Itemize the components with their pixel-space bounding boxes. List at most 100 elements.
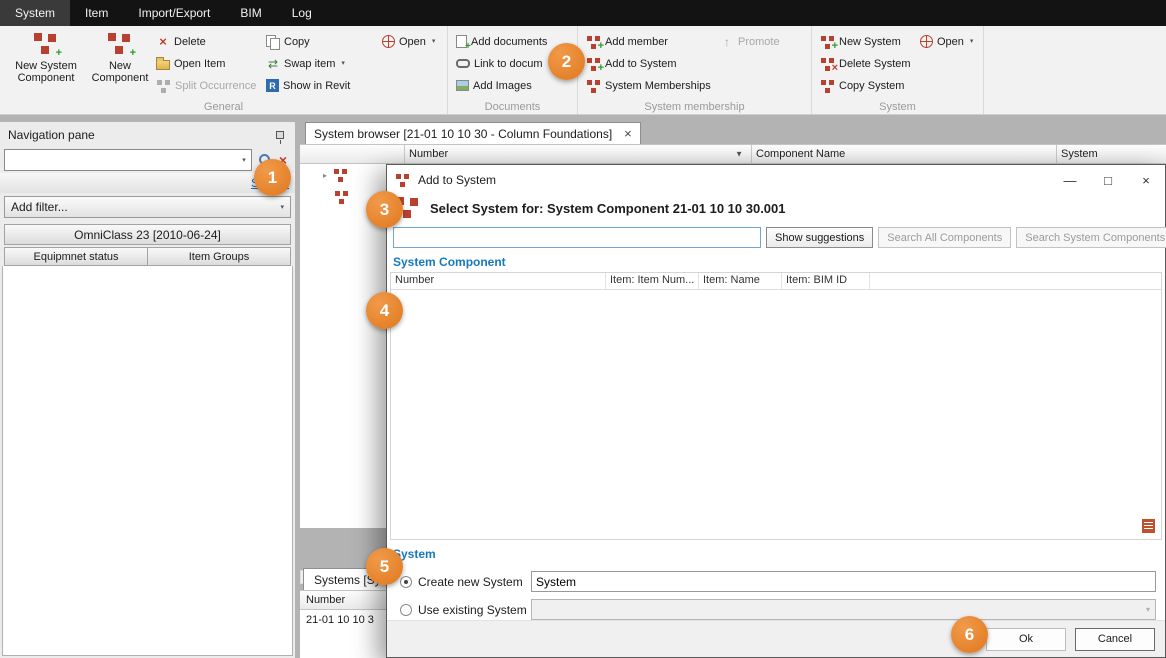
annotation-badge-2: 2 [548, 43, 585, 80]
annotation-badge-6: 6 [951, 616, 988, 653]
show-suggestions-button[interactable]: Show suggestions [766, 227, 873, 248]
close-tab-icon[interactable]: × [624, 127, 632, 140]
existing-system-dropdown[interactable]: ▾ [531, 599, 1156, 620]
use-existing-system-radio[interactable] [400, 604, 412, 616]
menu-tab-log[interactable]: Log [277, 0, 327, 26]
open-system-dropdown-button[interactable]: Open ▾ [916, 32, 974, 51]
add-member-button[interactable]: Add member [582, 32, 716, 51]
open-web-icon [382, 35, 395, 48]
component-name-column-label: Component Name [756, 148, 845, 160]
open-label: Open [399, 36, 426, 48]
ribbon-column: New System Delete System Copy System [816, 29, 916, 95]
new-component-button[interactable]: New Component [88, 29, 152, 88]
systems-number-column-label: Number [306, 594, 345, 606]
tab-equipment-status[interactable]: Equipmnet status [4, 247, 148, 266]
new-system-button[interactable]: New System [816, 32, 916, 51]
group-label-documents: Documents [448, 101, 577, 114]
component-results-body [391, 290, 1161, 539]
browser-column-headers: Number ▼ Component Name System [300, 144, 1166, 164]
new-system-component-button[interactable]: New System Component [4, 29, 88, 88]
nav-search-combo[interactable]: ▾ [4, 149, 252, 171]
system-browser-tab-label: System browser [21-01 10 10 30 - Column … [314, 127, 612, 141]
copy-button[interactable]: Copy [262, 32, 378, 51]
copy-system-button[interactable]: Copy System [816, 76, 916, 95]
open-system-label: Open [937, 36, 964, 48]
result-item-number-column-header[interactable]: Item: Item Num... [606, 273, 699, 289]
dialog-header-text: Select System for: System Component 21-0… [430, 201, 786, 216]
document-tabstrip: System browser [21-01 10 10 30 - Column … [300, 122, 1166, 144]
open-dropdown-button[interactable]: Open ▾ [378, 32, 434, 51]
delete-icon: × [156, 35, 170, 48]
item-list-icon[interactable] [1142, 519, 1155, 533]
menu-tab-bim[interactable]: BIM [225, 0, 276, 26]
promote-button[interactable]: ↑ Promote [716, 32, 804, 51]
add-images-button[interactable]: Add Images [452, 76, 573, 95]
search-system-components-button[interactable]: Search System Components [1016, 227, 1166, 248]
annotation-badge-1: 1 [254, 159, 291, 196]
menu-tab-system[interactable]: System [0, 0, 70, 26]
create-new-system-row: Create new System [387, 571, 1165, 592]
classification-header[interactable]: OmniClass 23 [2010-06-24] [4, 224, 291, 245]
tree-expander-icon[interactable]: ▸ [320, 171, 330, 180]
system-column-header[interactable]: System [1057, 145, 1166, 163]
new-system-icon [820, 35, 835, 49]
add-images-label: Add Images [473, 80, 532, 92]
copy-system-label: Copy System [839, 80, 904, 92]
ribbon-column: Add member Add to System System Membersh… [582, 29, 716, 95]
number-column-label: Number [409, 148, 448, 160]
cancel-button[interactable]: Cancel [1075, 628, 1155, 651]
system-column-label: System [1061, 148, 1098, 160]
chevron-down-icon: ▾ [280, 204, 284, 211]
nav-search-input[interactable] [5, 150, 235, 170]
new-system-component-label: New System Component [6, 60, 86, 84]
add-to-system-dialog: Add to System — □ × Select System for: S… [386, 164, 1166, 658]
image-icon [456, 80, 469, 91]
nav-search-row: ▾ × [0, 148, 295, 173]
result-number-column-header[interactable]: Number [391, 273, 606, 289]
add-filter-dropdown[interactable]: Add filter... ▾ [4, 196, 291, 218]
add-to-system-button[interactable]: Add to System [582, 54, 716, 73]
tree-column-header[interactable] [300, 145, 405, 163]
dialog-titlebar[interactable]: Add to System — □ × [387, 165, 1165, 195]
create-new-system-radio[interactable] [400, 576, 412, 588]
chevron-down-icon[interactable]: ▾ [237, 157, 251, 164]
open-item-button[interactable]: Open Item [152, 54, 262, 73]
number-column-header[interactable]: Number ▼ [405, 145, 752, 163]
system-memberships-button[interactable]: System Memberships [582, 76, 716, 95]
delete-system-button[interactable]: Delete System [816, 54, 916, 73]
system-section-label: System [387, 540, 1165, 564]
show-in-revit-button[interactable]: R Show in Revit [262, 76, 378, 95]
close-button[interactable]: × [1127, 165, 1165, 195]
menu-tab-item[interactable]: Item [70, 0, 123, 26]
chevron-down-icon: ▾ [341, 60, 345, 67]
new-system-name-input[interactable] [531, 571, 1156, 592]
swap-icon: ⇄ [266, 58, 280, 70]
result-item-name-column-header[interactable]: Item: Name [699, 273, 782, 289]
add-filter-label: Add filter... [11, 200, 68, 214]
copy-label: Copy [284, 36, 310, 48]
tab-item-groups[interactable]: Item Groups [148, 247, 291, 266]
ribbon-column: Open ▾ [916, 29, 974, 51]
new-component-label: New Component [90, 60, 150, 84]
system-component-section-label: System Component [387, 248, 1165, 272]
use-existing-system-row: Use existing System ▾ [387, 599, 1165, 620]
pin-icon[interactable] [276, 131, 284, 139]
ok-button[interactable]: Ok [986, 628, 1066, 651]
delete-button[interactable]: × Delete [152, 32, 262, 51]
maximize-button[interactable]: □ [1089, 165, 1127, 195]
search-all-components-button[interactable]: Search All Components [878, 227, 1011, 248]
classification-label: OmniClass 23 [2010-06-24] [74, 228, 221, 242]
minimize-button[interactable]: — [1051, 165, 1089, 195]
result-item-bim-id-column-header[interactable]: Item: BIM ID [782, 273, 870, 289]
component-search-input[interactable] [393, 227, 761, 248]
swap-item-button[interactable]: ⇄ Swap item ▾ [262, 54, 378, 73]
navigation-pane-header: Navigation pane [0, 122, 295, 148]
system-browser-tab[interactable]: System browser [21-01 10 10 30 - Column … [305, 122, 641, 144]
component-results-headers: Number Item: Item Num... Item: Name Item… [391, 273, 1161, 290]
add-member-label: Add member [605, 36, 668, 48]
split-occurrence-button[interactable]: Split Occurrence [152, 76, 262, 95]
menu-tab-import-export[interactable]: Import/Export [123, 0, 225, 26]
system-component-icon [334, 190, 349, 204]
folder-icon [156, 60, 170, 70]
component-name-column-header[interactable]: Component Name [752, 145, 1057, 163]
